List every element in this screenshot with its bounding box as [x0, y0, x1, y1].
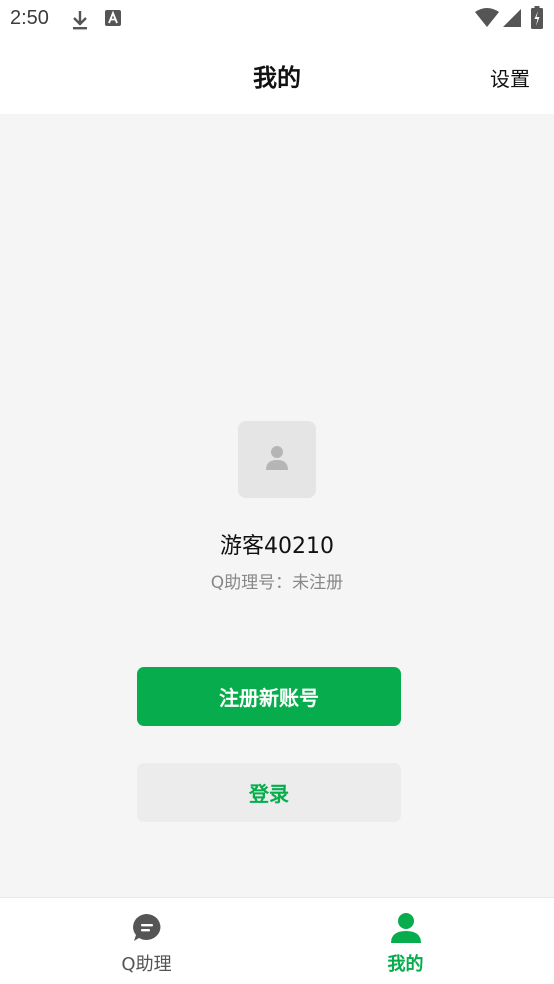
profile-panel: 游客40210 Q助理号：未注册 注册新账号 登录 — [0, 114, 554, 897]
user-placeholder-icon — [265, 445, 289, 475]
download-icon — [70, 9, 90, 35]
signal-icon — [502, 8, 522, 32]
title-bar: 我的 设置 — [0, 38, 554, 114]
register-button[interactable]: 注册新账号 — [137, 667, 401, 726]
assistant-id: Q助理号：未注册 — [210, 573, 344, 593]
status-time: 2:50 — [10, 7, 49, 29]
tab-mine[interactable]: 我的 — [277, 898, 554, 984]
settings-button[interactable]: 设置 — [490, 63, 530, 92]
avatar[interactable] — [238, 421, 316, 498]
person-icon — [389, 912, 423, 948]
chat-bubble-icon — [131, 912, 163, 948]
a-notification-icon — [104, 9, 122, 31]
tab-mine-label: 我的 — [387, 954, 424, 975]
app-root: 2:50 我的 设置 游客40210 Q助理号：未注册 注册新账号 登录 Q助理… — [0, 0, 554, 984]
battery-icon — [531, 6, 543, 34]
tab-assistant[interactable]: Q助理 — [0, 898, 277, 984]
login-button[interactable]: 登录 — [137, 763, 401, 822]
status-bar: 2:50 — [0, 0, 554, 38]
wifi-icon — [475, 8, 499, 32]
bottom-nav: Q助理 我的 — [0, 897, 554, 984]
page-title: 我的 — [253, 64, 301, 92]
tab-assistant-label: Q助理 — [121, 954, 172, 975]
username: 游客40210 — [220, 534, 334, 559]
